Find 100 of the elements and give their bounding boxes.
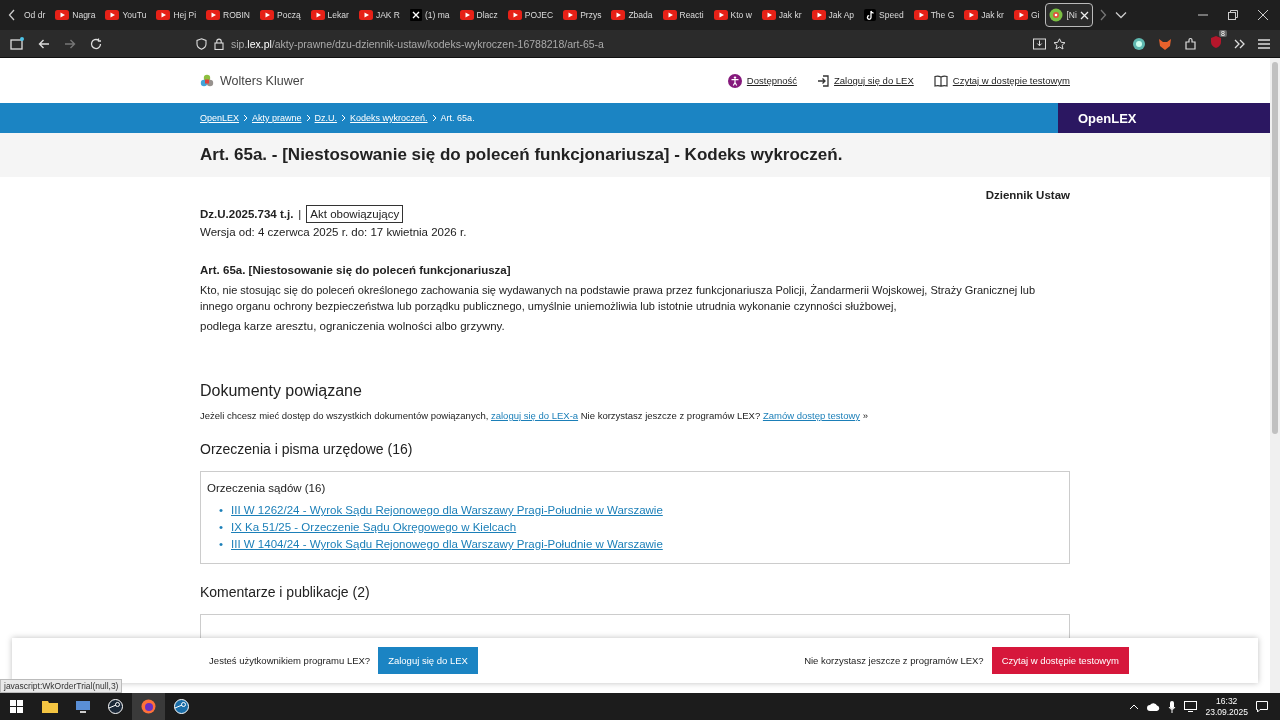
browser-tab[interactable]: Zbada (607, 3, 657, 27)
page-title: Art. 65a. - [Niestosowanie się do poleceń funkcjonariusza] - Kodeks wykroczeń. (200, 145, 843, 165)
browser-tab[interactable]: POJEC (503, 3, 558, 27)
login-button[interactable]: Zaloguj się do LEX (378, 647, 478, 674)
banner-text: Jesteś użytkownikiem programu LEX? (209, 655, 371, 666)
browser-tab[interactable]: JAK R (354, 3, 404, 27)
breadcrumb-link[interactable]: Kodeks wykroczeń. (350, 113, 428, 123)
shield-icon[interactable] (1210, 34, 1222, 49)
fox-icon[interactable] (1158, 36, 1172, 51)
address-field[interactable]: sip.lex.pl/akty-prawne/dzu-dziennik-ustaw/kodeks-wykroczen-16788218/art-65-a (231, 37, 1026, 50)
back-icon[interactable] (38, 37, 50, 50)
journal-name: Dziennik Ustaw (984, 189, 1070, 201)
browser-tab[interactable]: ROBIN (202, 3, 254, 27)
x-logo-icon (409, 9, 422, 21)
chevron-right-icon (305, 114, 311, 122)
header-link[interactable]: Dostępność (727, 73, 798, 88)
status-tooltip: javascript:WkOrderTrial(null,3) (0, 679, 123, 693)
restore-icon[interactable] (1228, 10, 1238, 20)
browser-tab[interactable]: Lekar (306, 3, 353, 27)
browser-tab[interactable]: The G (909, 3, 959, 27)
notice-link[interactable]: Zamów dostęp testowy (762, 410, 861, 421)
play-icon (358, 10, 373, 20)
steam-icon (174, 699, 189, 714)
browser-tab[interactable]: Kto w (709, 3, 756, 27)
access-notice: Jeżeli chcesz mieć dostęp do wszystkich dokumentów powiązanych, zaloguj się do LEX-a Nie korzystasz jeszcze z programów LEX? Zamów dostęp testowy » (200, 410, 869, 421)
star-icon[interactable] (1053, 37, 1066, 50)
chevron-up-icon[interactable] (1129, 703, 1140, 710)
reload-icon[interactable] (90, 37, 102, 50)
play-icon (811, 10, 826, 20)
globe-icon (1049, 8, 1064, 22)
logo-text[interactable]: Wolters Kluwer (220, 73, 304, 88)
menu-icon[interactable] (1258, 38, 1270, 49)
browser-tab[interactable]: Począ (256, 3, 305, 27)
notification-icon[interactable] (1256, 700, 1268, 713)
cloud-icon[interactable] (1147, 702, 1161, 711)
play-icon (459, 10, 474, 20)
music-note-icon (864, 9, 877, 21)
play-icon (105, 10, 120, 20)
browser-tab[interactable]: Speed (860, 3, 908, 27)
play-icon (310, 10, 325, 20)
play-icon (761, 10, 776, 20)
section-heading: Dokumenty powiązane (200, 382, 363, 400)
play-icon (507, 10, 522, 20)
browser-tab[interactable]: Jak kr (757, 3, 806, 27)
puzzle-icon[interactable] (1184, 36, 1198, 51)
ruling-link[interactable]: III W 1262/24 - Wyrok Sądu Rejonowego dla Warszawy Pragi-Południe w Warszawie (231, 504, 663, 516)
browser-tab[interactable]: Od dr (20, 3, 50, 27)
article-heading: Art. 65a. [Niestosowanie się do poleceń funkcjonariusza] (200, 264, 512, 276)
clock[interactable]: 16:32 23.09.2025 (1205, 695, 1248, 718)
breadcrumb-link[interactable]: OpenLEX (200, 113, 240, 123)
browser-tab[interactable]: Reacti (658, 3, 708, 27)
status-label: Akt obowiązujący (306, 205, 404, 223)
browser-tab[interactable]: Jak kr (960, 3, 1008, 27)
browser-tab[interactable]: [Ni (1045, 3, 1093, 27)
sidebar-icon[interactable] (10, 37, 24, 50)
lock-icon (214, 37, 224, 50)
browser-tab[interactable]: (1) ma (405, 3, 454, 27)
subsection-heading: Orzeczenia i pisma urzędowe (16) (200, 441, 414, 457)
version-text: Wersja od: 4 czerwca 2025 r. do: 17 kwietnia 2026 r. (200, 226, 468, 238)
play-icon (55, 10, 70, 20)
forward-icon[interactable] (64, 37, 76, 50)
browser-tab[interactable]: YouTu (101, 3, 151, 27)
play-icon (964, 10, 979, 20)
article-paragraph: Kto, nie stosując się do poleceń określonego zachowania się wydawanych na podstawie prawa przez funkcjonariusza Policji, Żandarmerii Wojskowej, Straży Granicznej lub innego organu ochrony bezpieczeństwa lub porządku publicznego, umyślnie uniemożliwia lub istotnie utrudnia wykonanie czynności służbowej, (200, 283, 1036, 314)
browser-tab[interactable]: Dlacz (455, 3, 502, 27)
windows-icon (10, 700, 23, 713)
box-title: Orzeczenia sądów (16) (207, 482, 327, 494)
steam-icon (108, 699, 123, 714)
ruling-link[interactable]: III W 1404/24 - Wyrok Sądu Rejonowego dla Warszawy Pragi-Południe w Warszawie (231, 538, 663, 550)
flower-logo-icon[interactable] (200, 73, 214, 88)
breadcrumb-link[interactable]: Dz.U. (314, 113, 338, 123)
header-link[interactable]: Zaloguj się do LEX (817, 73, 914, 88)
browser-tab[interactable]: Przys (559, 3, 606, 27)
shield-icon (196, 37, 207, 50)
browser-tab[interactable]: Gi (1009, 3, 1044, 27)
play-icon (206, 10, 221, 20)
accessibility-icon (727, 73, 742, 88)
overflow-icon[interactable] (1234, 38, 1246, 49)
close-icon[interactable] (1258, 10, 1268, 20)
browser-tab[interactable]: Jak Ap (807, 3, 859, 27)
brand-panel: OpenLEX (1058, 103, 1270, 133)
header-link[interactable]: Czytaj w dostępie testowym (933, 73, 1070, 88)
chevron-right-icon (431, 114, 437, 122)
login-icon (817, 74, 830, 87)
trial-button[interactable]: Czytaj w dostępie testowym (991, 647, 1129, 674)
notice-link[interactable]: zaloguj się do LEX-a (490, 410, 579, 421)
play-icon (662, 10, 677, 20)
download-page-icon[interactable] (1033, 37, 1046, 50)
browser-tab[interactable]: Nagra (51, 3, 100, 27)
chevron-down-icon[interactable] (1114, 11, 1127, 19)
extension-icon[interactable] (1132, 36, 1146, 51)
breadcrumb-link[interactable]: Akty prawne (252, 113, 302, 123)
subsection-heading: Komentarze i publikacje (2) (200, 584, 371, 600)
ruling-link[interactable]: IX Ka 51/25 - Orzeczenie Sądu Okręgowego w Kielcach (231, 521, 517, 533)
browser-tab[interactable]: Hej Pi (152, 3, 201, 27)
chevron-right-icon[interactable] (1098, 9, 1107, 21)
scrollbar[interactable] (1270, 58, 1280, 693)
microphone-icon[interactable] (1168, 700, 1177, 713)
chevron-left-icon[interactable] (8, 9, 16, 21)
article-paragraph: podlega karze aresztu, ograniczenia wolności albo grzywny. (200, 320, 506, 332)
